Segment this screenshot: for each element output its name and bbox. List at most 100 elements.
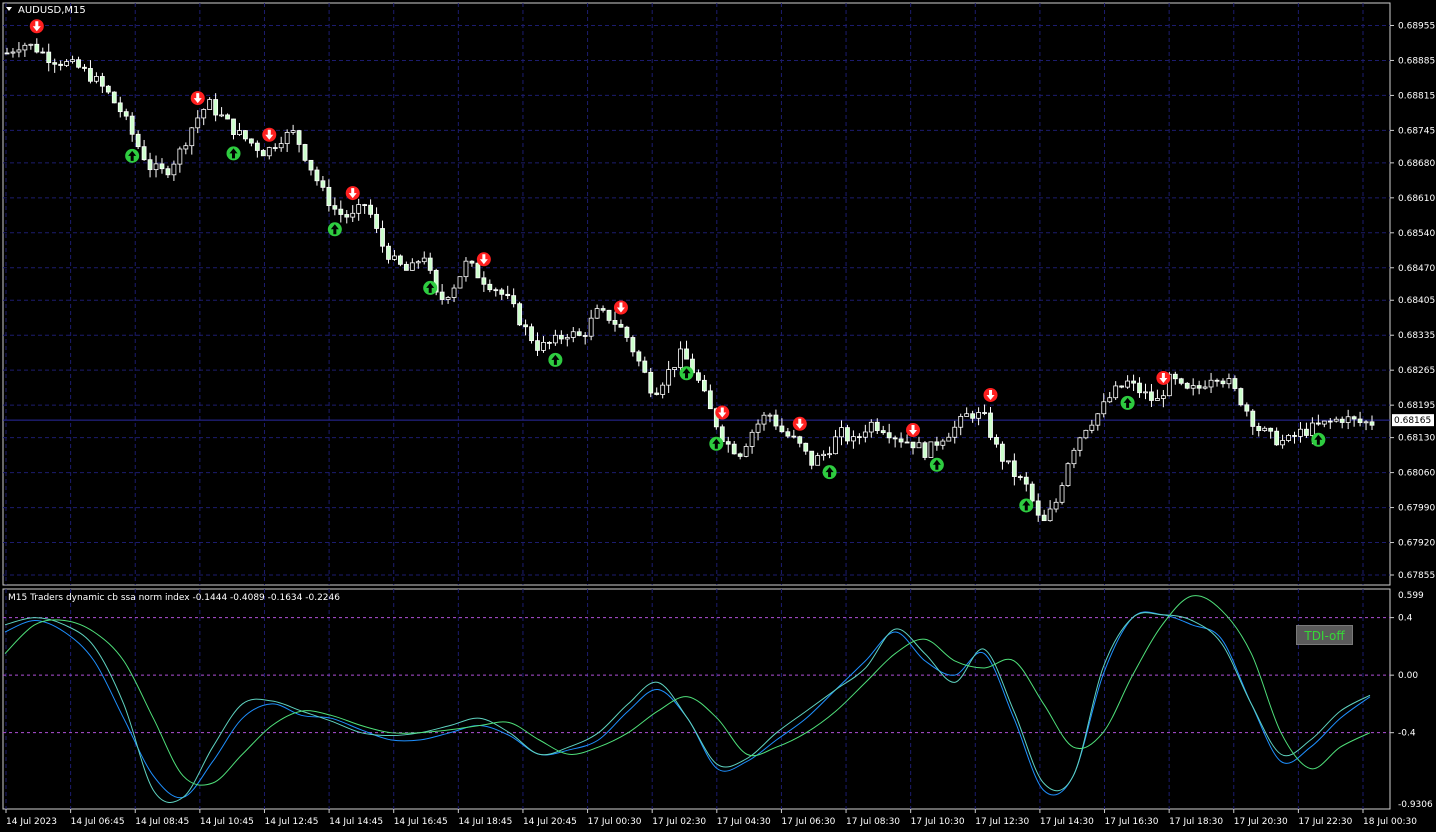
candle-body	[570, 331, 576, 338]
candle	[743, 443, 749, 458]
candle	[606, 309, 612, 324]
price-tick-label: 0.67990	[1398, 504, 1435, 514]
candle-body	[678, 348, 683, 368]
candle	[1107, 392, 1113, 404]
candle-body	[1190, 385, 1196, 389]
candle-body	[1304, 428, 1309, 436]
candle-body	[1327, 420, 1333, 423]
candle-body	[207, 99, 213, 110]
price-tick-label: 0.68955	[1398, 21, 1435, 31]
candle-body	[755, 423, 761, 433]
candle-body	[350, 212, 356, 218]
candle	[1119, 385, 1125, 389]
candle	[1345, 409, 1351, 430]
candle-body	[922, 442, 928, 458]
arrow-up-icon	[125, 148, 140, 163]
candle	[248, 138, 254, 147]
chevron-down-icon[interactable]	[6, 7, 12, 11]
candle	[117, 96, 123, 118]
arrow-up-icon	[929, 457, 944, 472]
candle	[1220, 378, 1226, 388]
candle	[928, 441, 934, 458]
candle-body	[260, 150, 266, 157]
candle-body	[165, 168, 171, 176]
candle-body	[1083, 429, 1089, 439]
candle-body	[523, 324, 528, 328]
candle-body	[576, 331, 582, 336]
candle-body	[1137, 382, 1142, 394]
arrow-up-icon	[1311, 432, 1326, 447]
candle-body	[177, 148, 183, 165]
candle	[350, 205, 356, 223]
candle-body	[886, 432, 892, 439]
candle	[1351, 415, 1357, 427]
indicator-series-line	[4, 611, 1371, 799]
time-tick-label: 14 Jul 08:45	[135, 817, 189, 827]
candle-body	[636, 351, 642, 362]
candle	[1280, 434, 1285, 449]
candle	[284, 129, 290, 152]
candle	[254, 140, 260, 158]
candle-body	[1041, 514, 1047, 522]
price-pane[interactable]	[2, 2, 1391, 586]
candle-body	[76, 59, 81, 68]
arrow-up-icon	[423, 280, 438, 295]
candle-body	[469, 260, 475, 264]
candle-body	[1071, 449, 1077, 465]
candle-body	[22, 44, 28, 51]
candle	[493, 287, 499, 297]
candle-body	[517, 303, 523, 326]
candle-body	[1363, 421, 1369, 424]
indicator-title: M15 Traders dynamic cb ssa norm index -0…	[8, 593, 340, 603]
candle	[868, 419, 874, 438]
candle	[16, 42, 22, 58]
price-tick-label: 0.68405	[1398, 296, 1435, 306]
candle-body	[1101, 401, 1107, 415]
candle	[856, 433, 862, 445]
candle-body	[40, 51, 46, 54]
candle	[612, 311, 618, 332]
candle	[439, 284, 445, 305]
candle	[10, 48, 16, 58]
candle-body	[415, 261, 421, 264]
candle-body	[1023, 476, 1029, 485]
candle-body	[1369, 421, 1375, 426]
candle-body	[284, 132, 290, 145]
candle	[976, 407, 981, 426]
indicator-series-line	[4, 595, 1371, 786]
candle-body	[141, 146, 147, 161]
chart-canvas[interactable]: 0.68955 0.68885 0.68815 0.68745 0.68680 0.686…	[0, 0, 1436, 832]
candle	[421, 251, 427, 265]
candle	[1274, 427, 1280, 446]
candle-body	[1286, 435, 1291, 441]
candle-body	[803, 442, 809, 452]
candle	[648, 367, 654, 398]
candle-body	[916, 442, 922, 449]
candle-body	[243, 130, 248, 140]
candle	[1238, 387, 1244, 407]
candle	[1011, 453, 1017, 486]
candle-body	[1339, 418, 1345, 423]
candle-body	[94, 76, 99, 82]
candle-body	[767, 414, 773, 417]
candle-body	[374, 213, 379, 229]
indicator-scale-bottom: -0.9306	[1398, 800, 1433, 810]
candle-body	[439, 291, 445, 300]
candle	[189, 127, 195, 155]
candle	[344, 210, 350, 224]
arrow-up-icon	[327, 222, 342, 237]
time-tick-label: 17 Jul 20:30	[1234, 817, 1288, 827]
candle	[630, 335, 636, 357]
indicator-pane[interactable]	[2, 588, 1391, 810]
time-tick-label: 17 Jul 14:30	[1040, 817, 1094, 827]
candle	[994, 434, 999, 448]
level-label: 0.4	[1398, 614, 1413, 624]
candle-body	[213, 99, 219, 116]
candle-body	[612, 320, 618, 325]
candle	[1214, 378, 1220, 387]
tdi-toggle-button[interactable]: TDI-off	[1296, 625, 1353, 645]
arrow-down-icon	[476, 252, 491, 267]
candle	[487, 279, 493, 293]
candle-body	[135, 133, 141, 148]
candle-body	[594, 308, 600, 319]
